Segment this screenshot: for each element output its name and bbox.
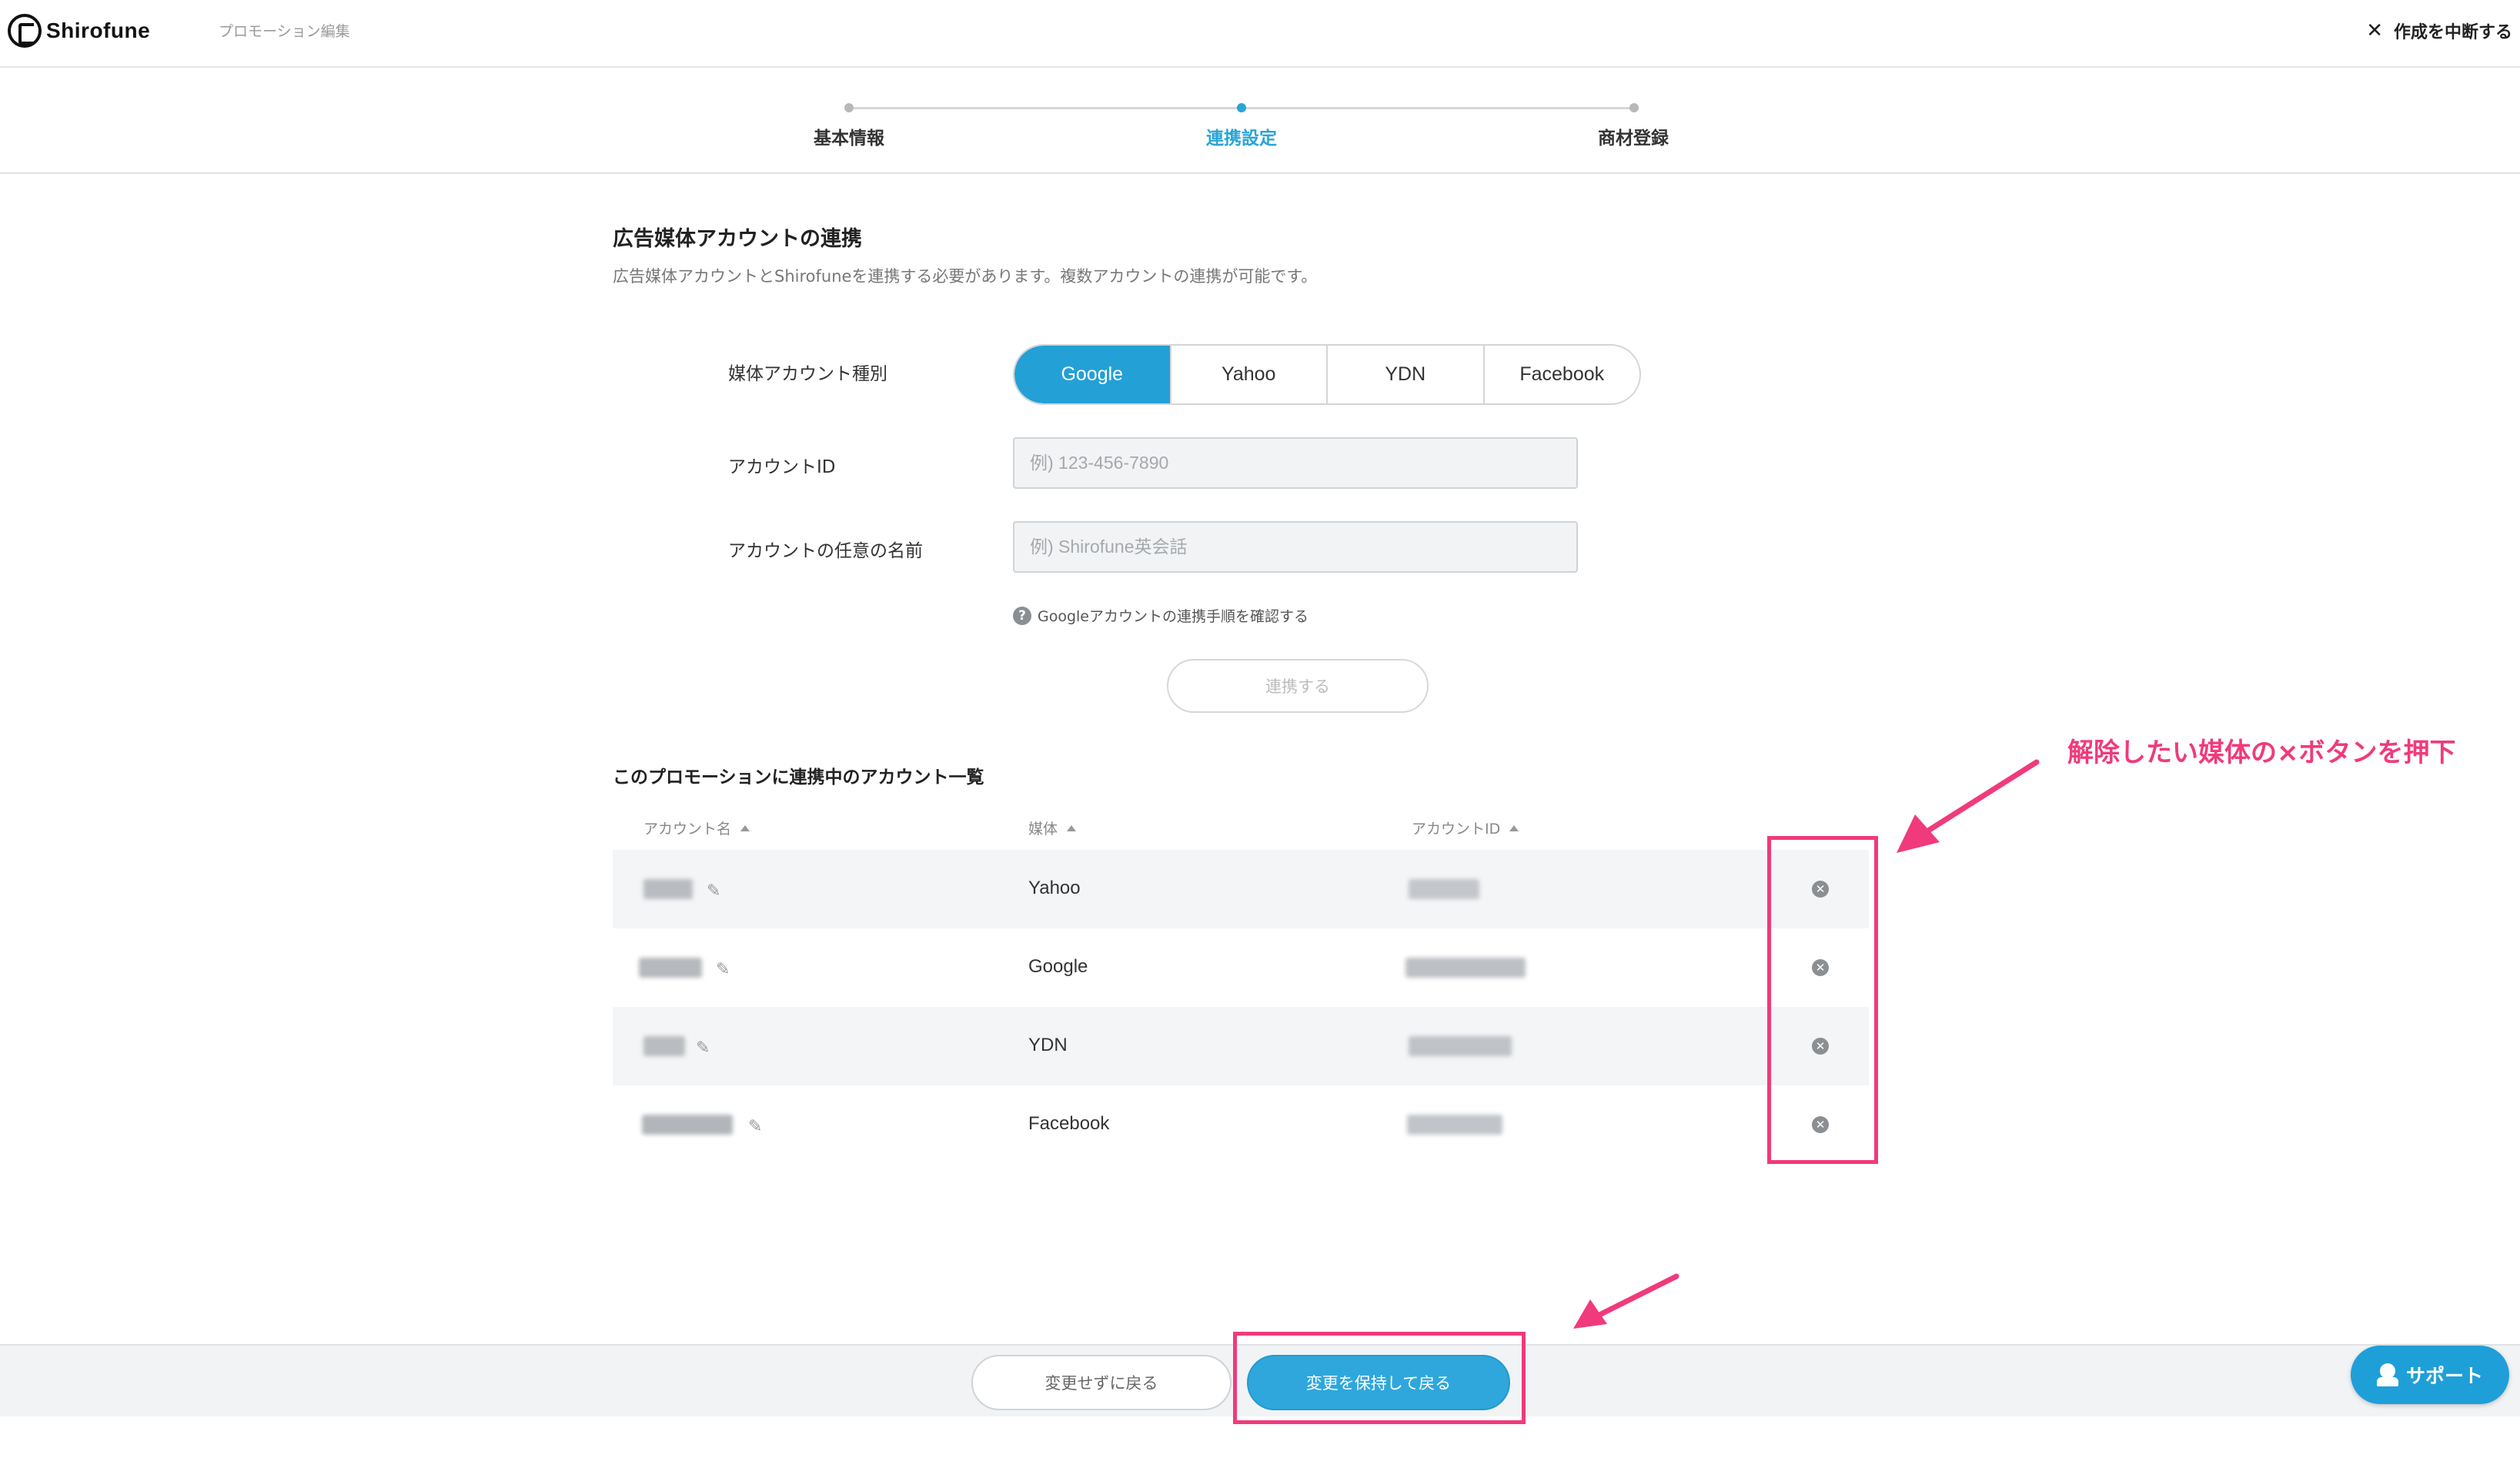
progress-stepper: 基本情報 連携設定 商材登録 xyxy=(0,68,2520,174)
annotation-arrow-icon xyxy=(1573,1273,1679,1329)
pencil-icon[interactable]: ✎ xyxy=(707,881,720,901)
redacted-account-id xyxy=(1409,1036,1512,1056)
page-subtitle: プロモーション編集 xyxy=(219,23,350,40)
support-label: サポート xyxy=(2405,1365,2483,1387)
account-name-input[interactable] xyxy=(1013,521,1578,573)
help-text: Googleアカウントの連携手順を確認する xyxy=(1038,608,1309,625)
highlight-delete-buttons xyxy=(1767,836,1878,1164)
sort-up-icon xyxy=(1509,824,1519,831)
sort-up-icon xyxy=(740,824,750,831)
redacted-account-id xyxy=(1407,1115,1502,1135)
question-icon: ? xyxy=(1013,606,1031,625)
column-header-account-id[interactable]: アカウントID xyxy=(1412,818,1519,838)
step-dot-basic xyxy=(844,103,854,112)
app-header: Shirofune プロモーション編集 ✕ 作成を中断する xyxy=(0,0,2520,68)
pencil-icon[interactable]: ✎ xyxy=(748,1117,762,1136)
link-account-button[interactable]: 連携する xyxy=(1167,659,1429,713)
sort-up-icon xyxy=(1067,824,1077,831)
column-header-media[interactable]: 媒体 xyxy=(1028,818,1077,838)
column-label: アカウント名 xyxy=(643,821,732,838)
cancel-creation-button[interactable]: ✕ 作成を中断する xyxy=(2366,18,2512,43)
media-cell: Facebook xyxy=(1028,1113,1110,1134)
media-type-label: 媒体アカウント種別 xyxy=(728,364,887,384)
table-row: ✎ Google ✕ xyxy=(613,928,1869,1007)
media-option-facebook[interactable]: Facebook xyxy=(1485,346,1640,403)
redacted-account-id xyxy=(1405,958,1526,978)
section-title: 広告媒体アカウントの連携 xyxy=(613,227,862,251)
media-option-ydn[interactable]: YDN xyxy=(1328,346,1485,403)
column-label: アカウントID xyxy=(1412,821,1501,838)
table-row: ✎ YDN ✕ xyxy=(613,1007,1869,1085)
table-row: ✎ Yahoo ✕ xyxy=(613,850,1869,928)
redacted-account-id xyxy=(1409,879,1479,899)
media-option-google[interactable]: Google xyxy=(1014,346,1171,403)
logo-text: Shirofune xyxy=(46,18,151,42)
redacted-account-name xyxy=(643,879,693,899)
support-person-icon xyxy=(2376,1363,2398,1386)
media-cell: Google xyxy=(1028,956,1088,977)
section-description: 広告媒体アカウントとShirofuneを連携する必要があります。複数アカウントの… xyxy=(613,267,1318,286)
media-cell: Yahoo xyxy=(1028,878,1081,898)
account-id-label: アカウントID xyxy=(728,457,836,477)
step-dot-link xyxy=(1237,103,1246,112)
logo[interactable]: Shirofune xyxy=(8,14,150,48)
step-basic-info[interactable]: 基本情報 xyxy=(814,123,884,149)
help-link[interactable]: ? Googleアカウントの連携手順を確認する xyxy=(1013,605,1308,626)
redacted-account-name xyxy=(642,1115,733,1135)
media-type-selector: Google Yahoo YDN Facebook xyxy=(1013,344,1641,405)
media-option-yahoo[interactable]: Yahoo xyxy=(1171,346,1328,403)
annotation-text: 解除したい媒体の×ボタンを押下 xyxy=(2067,737,2456,768)
annotation-arrow-icon xyxy=(1897,759,2040,853)
step-product-registration[interactable]: 商材登録 xyxy=(1598,123,1669,149)
back-without-saving-button[interactable]: 変更せずに戻る xyxy=(971,1355,1232,1410)
cancel-label: 作成を中断する xyxy=(2393,23,2512,42)
pencil-icon[interactable]: ✎ xyxy=(716,960,730,979)
highlight-save-button xyxy=(1233,1332,1526,1424)
step-dot-product xyxy=(1629,103,1639,112)
pencil-icon[interactable]: ✎ xyxy=(696,1038,710,1058)
account-id-input[interactable] xyxy=(1013,437,1578,489)
media-cell: YDN xyxy=(1028,1035,1068,1055)
redacted-account-name xyxy=(643,1036,685,1056)
table-row: ✎ Facebook ✕ xyxy=(613,1085,1869,1164)
step-link-settings[interactable]: 連携設定 xyxy=(1206,123,1277,149)
account-name-label: アカウントの任意の名前 xyxy=(728,541,923,561)
support-button[interactable]: サポート xyxy=(2351,1346,2509,1404)
shirofune-logo-icon xyxy=(8,14,42,48)
redacted-account-name xyxy=(639,958,702,978)
account-list-title: このプロモーションに連携中のアカウント一覧 xyxy=(613,767,984,788)
close-icon: ✕ xyxy=(2366,19,2383,42)
column-header-account-name[interactable]: アカウント名 xyxy=(643,818,750,838)
column-label: 媒体 xyxy=(1028,821,1058,838)
